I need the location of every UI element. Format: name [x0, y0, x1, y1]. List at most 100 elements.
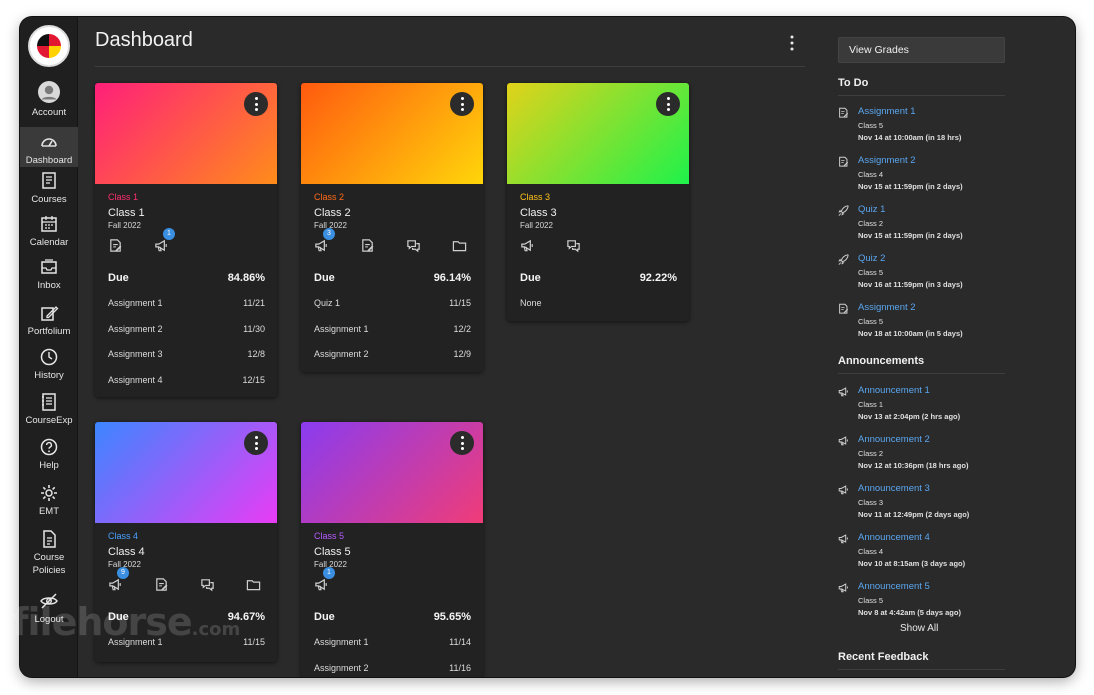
card-action-button[interactable] — [406, 238, 422, 254]
assignment-icon — [839, 107, 849, 118]
card-options-kebab-icon[interactable] — [244, 431, 268, 455]
view-grades-button[interactable]: View Grades — [838, 37, 1005, 63]
dashboard-icon — [41, 138, 57, 147]
due-item-row[interactable]: Assignment 1 11/21 — [108, 298, 265, 308]
university-logo[interactable] — [28, 25, 70, 67]
course-card[interactable]: Class 5 Class 5 Fall 2022 1 Due 95.65% Assignm… — [301, 422, 483, 677]
announcements-icon — [315, 578, 327, 591]
course-name[interactable]: Class 4 — [108, 546, 145, 558]
megaphone-icon — [838, 485, 848, 495]
course-card[interactable]: Class 2 Class 2 Fall 2022 3 Due 96.14% Quiz 11… — [301, 83, 483, 372]
due-item-row[interactable]: None — [520, 298, 677, 308]
course-card[interactable]: Class 1 Class 1 Fall 2022 1 Due 84.86% Assignm… — [95, 83, 277, 397]
announcements-icon — [521, 239, 533, 252]
card-action-button[interactable] — [566, 238, 582, 254]
card-action-button[interactable] — [520, 238, 536, 254]
megaphone-icon — [838, 387, 848, 397]
dashboard-options-kebab-icon[interactable] — [785, 34, 799, 52]
due-item-row[interactable]: Quiz 1 11/15 — [314, 298, 471, 308]
card-options-kebab-icon[interactable] — [656, 92, 680, 116]
due-item-row[interactable]: Assignment 4 12/15 — [108, 375, 265, 385]
course-name[interactable]: Class 2 — [314, 207, 351, 219]
due-item-row[interactable]: Assignment 2 11/30 — [108, 324, 265, 334]
course-code[interactable]: Class 2 — [314, 192, 344, 202]
feed-item-title[interactable]: Quiz 1 — [858, 204, 885, 215]
card-action-button[interactable]: 3 — [314, 228, 335, 254]
course-code[interactable]: Class 1 — [108, 192, 138, 202]
app-window: Account Dashboard Courses Calendar Inbox — [20, 17, 1075, 677]
card-action-button[interactable] — [108, 238, 124, 254]
feed-item-title[interactable]: Announcement 5 — [858, 581, 930, 592]
files-icon — [246, 580, 261, 591]
maryland-seal-icon — [37, 34, 61, 58]
nav-calendar[interactable]: Calendar — [20, 214, 78, 250]
course-grade: 92.22% — [639, 272, 677, 284]
course-code[interactable]: Class 3 — [520, 192, 550, 202]
card-action-button[interactable]: 9 — [108, 567, 129, 593]
due-item-label: Quiz 1 — [314, 298, 341, 308]
discussions-icon — [201, 579, 214, 592]
feed-item-course: Class 4 — [858, 547, 884, 556]
discussions-icon — [407, 240, 420, 253]
portfolium-icon — [41, 306, 59, 321]
nav-history[interactable]: History — [20, 347, 78, 383]
feed-item-title[interactable]: Announcement 2 — [858, 434, 930, 445]
due-item-date: 11/15 — [449, 298, 471, 308]
nav-dashboard[interactable]: Dashboard — [20, 127, 78, 167]
card-action-button[interactable] — [200, 577, 216, 593]
due-item-label: Assignment 1 — [108, 298, 163, 308]
due-item-row[interactable]: Assignment 2 11/16 — [314, 663, 471, 673]
inbox-icon — [41, 259, 57, 274]
due-item-row[interactable]: Assignment 1 11/14 — [314, 637, 471, 647]
course-name[interactable]: Class 3 — [520, 207, 557, 219]
feed-item-title[interactable]: Announcement 1 — [858, 385, 930, 396]
due-header: Due 92.22% — [520, 272, 677, 284]
course-term: Fall 2022 — [520, 221, 553, 230]
announcements-icon — [109, 578, 121, 591]
nav-label: Calendar — [29, 237, 69, 248]
feed-item-title[interactable]: Announcement 3 — [858, 483, 930, 494]
assignment-icon — [839, 156, 849, 167]
course-card-actions: 1 — [314, 567, 474, 595]
nav-help[interactable]: Help — [20, 437, 78, 473]
unread-count-badge: 1 — [163, 228, 175, 240]
course-card[interactable]: Class 3 Class 3 Fall 2022 Due 92.22% None — [507, 83, 689, 321]
due-item-row[interactable]: Assignment 2 12/9 — [314, 349, 471, 359]
feed-item-title[interactable]: Assignment 2 — [858, 155, 916, 166]
course-name[interactable]: Class 1 — [108, 207, 145, 219]
due-item-row[interactable]: Assignment 1 12/2 — [314, 324, 471, 334]
nav-label: Help — [39, 460, 59, 471]
todo-title: To Do — [838, 77, 869, 89]
course-code[interactable]: Class 5 — [314, 531, 344, 541]
card-action-button[interactable]: 1 — [314, 567, 335, 593]
nav-courseexp[interactable]: CourseExp — [20, 392, 78, 428]
nav-label: Policies — [32, 565, 66, 576]
card-action-button[interactable]: 1 — [154, 228, 175, 254]
card-action-button[interactable] — [452, 238, 468, 254]
feed-item-date: Nov 15 at 11:59pm (in 2 days) — [858, 182, 963, 191]
nav-courses[interactable]: Courses — [20, 171, 78, 207]
card-options-kebab-icon[interactable] — [450, 92, 474, 116]
card-options-kebab-icon[interactable] — [450, 431, 474, 455]
nav-account[interactable]: Account — [20, 79, 78, 121]
show-all-link[interactable]: Show All — [900, 623, 938, 634]
feed-item-title[interactable]: Quiz 2 — [858, 253, 885, 264]
course-code[interactable]: Class 4 — [108, 531, 138, 541]
card-action-button[interactable] — [360, 238, 376, 254]
nav-course-policies[interactable]: Course Policies — [20, 529, 78, 576]
card-action-button[interactable] — [246, 577, 262, 593]
feed-item-title[interactable]: Assignment 2 — [858, 302, 916, 313]
due-item-row[interactable]: Assignment 3 12/8 — [108, 349, 265, 359]
due-item-label: None — [520, 298, 542, 308]
nav-emt[interactable]: EMT — [20, 483, 78, 519]
nav-inbox[interactable]: Inbox — [20, 257, 78, 293]
card-action-button[interactable] — [154, 577, 170, 593]
card-options-kebab-icon[interactable] — [244, 92, 268, 116]
feed-item-title[interactable]: Announcement 4 — [858, 532, 930, 543]
feed-item-title[interactable]: Assignment 1 — [858, 106, 916, 117]
due-item-label: Assignment 3 — [108, 349, 163, 359]
course-card-actions — [520, 238, 680, 256]
nav-portfolium[interactable]: Portfolium — [20, 303, 78, 339]
course-name[interactable]: Class 5 — [314, 546, 351, 558]
nav-label: Courses — [31, 194, 67, 205]
